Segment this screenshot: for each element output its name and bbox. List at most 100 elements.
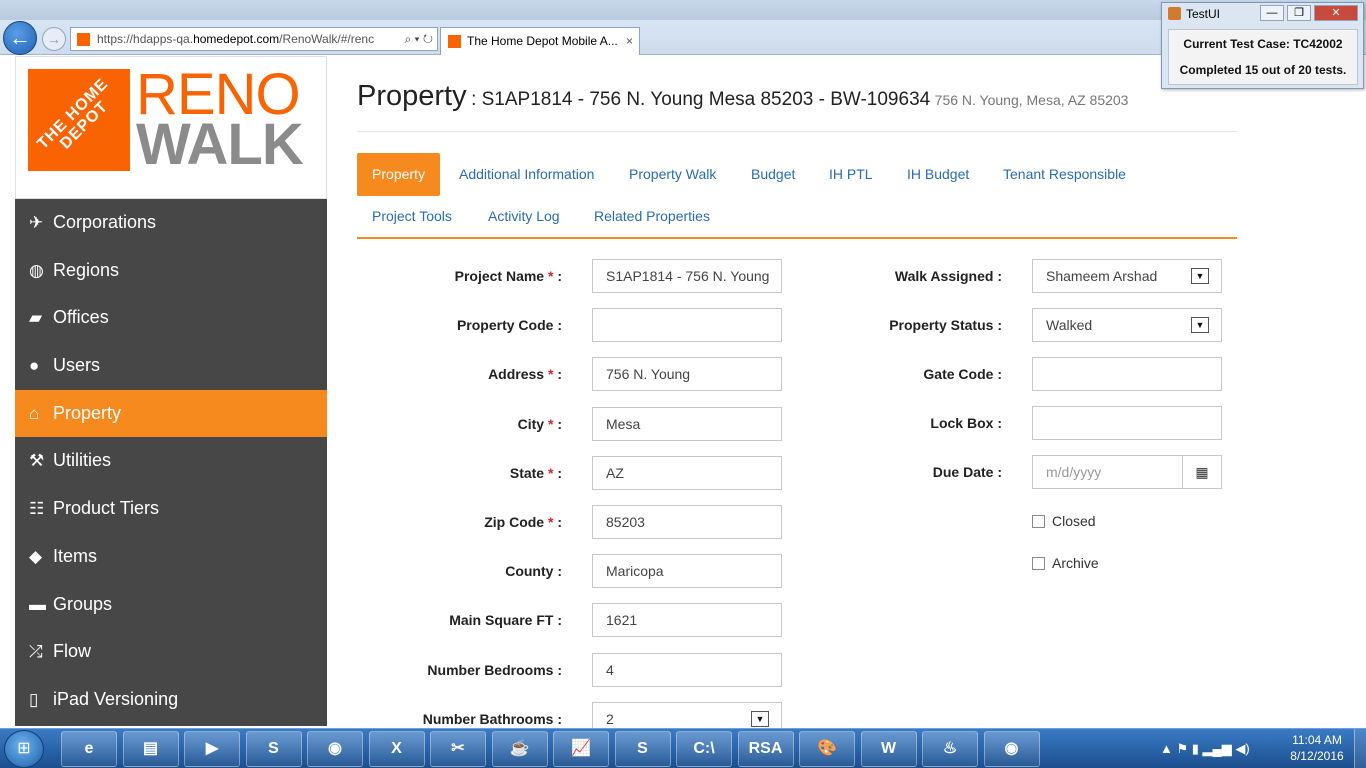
sidebar-item-utilities[interactable]: ⚒ Utilities [15, 437, 327, 485]
sidebar-item-product-tiers[interactable]: ☷ Product Tiers [15, 485, 327, 533]
sidebar-item-icon: ● [29, 356, 40, 376]
clock[interactable]: 11:04 AM 8/12/2016 [1284, 732, 1350, 764]
county-input[interactable]: Maricopa [592, 554, 782, 589]
show-desktop-button[interactable] [1354, 729, 1366, 768]
system-tray[interactable]: ▲ ⚑ ▮ ▂▄▆ ◀) [1160, 731, 1290, 767]
forward-button[interactable]: → [42, 27, 66, 51]
logo-walk: WALK [136, 112, 304, 177]
taskbar-app-8[interactable]: ☕ [491, 731, 548, 767]
sidebar-item-flow[interactable]: ⤮ Flow [15, 628, 327, 676]
number-bathrooms-label-text: Number Bathrooms [422, 710, 554, 727]
city-label: City * : [360, 416, 562, 432]
sidebar-item-corporations[interactable]: ✈ Corporations [15, 199, 327, 247]
taskbar-app-2[interactable]: ▤ [122, 731, 179, 767]
tab-ih-ptl[interactable]: IH PTL [829, 166, 873, 182]
sidebar-item-label: Items [53, 545, 98, 566]
taskbar-app-7[interactable]: ✂ [430, 731, 486, 767]
gate-code-label: Gate Code : [923, 366, 1002, 382]
state-input[interactable]: AZ [592, 455, 782, 490]
logo[interactable]: THE HOME DEPOT RENO WALK [15, 56, 327, 199]
main-square-ft-input[interactable]: 1621 [592, 603, 782, 638]
number-bedrooms-label-text: Number Bedrooms [427, 661, 554, 678]
city-value: Mesa [606, 415, 641, 432]
maximize-button[interactable]: ❐ [1287, 5, 1311, 21]
gate-code-input[interactable] [1032, 357, 1222, 391]
sidebar-item-offices[interactable]: ▰ Offices [15, 294, 327, 342]
sidebar-item-users[interactable]: ● Users [15, 342, 327, 390]
tab-related-properties[interactable]: Related Properties [594, 208, 710, 224]
number-bathrooms-label: Number Bathrooms : [360, 711, 562, 727]
taskbar-app-11[interactable]: C:\ [676, 731, 732, 767]
archive-checkbox[interactable] [1032, 557, 1045, 570]
taskbar-app-15[interactable]: ♨ [922, 731, 978, 767]
sidebar-item-icon: ▯ [29, 689, 39, 709]
sidebar-item-regions[interactable]: ◍ Regions [15, 247, 327, 295]
tab-activity-log[interactable]: Activity Log [488, 208, 560, 224]
number-bedrooms-input[interactable]: 4 [592, 652, 782, 687]
taskbar-app-4[interactable]: S [245, 731, 302, 767]
closed-label: Closed [1052, 513, 1096, 529]
closed-checkbox[interactable] [1032, 515, 1045, 528]
tab-additional-information[interactable]: Additional Information [459, 166, 594, 182]
url-suffix: /RenoWalk/#/renc [279, 32, 375, 46]
taskbar-app-13[interactable]: 🎨 [799, 731, 855, 767]
sidebar-item-label: Product Tiers [53, 498, 160, 519]
taskbar-app-14[interactable]: W [860, 731, 917, 767]
project-name-input[interactable]: S1AP1814 - 756 N. Young [592, 259, 782, 293]
state-label: State * : [360, 465, 562, 481]
city-input[interactable]: Mesa [592, 406, 782, 441]
tab-ih-budget[interactable]: IH Budget [907, 166, 969, 182]
label-colon: : [557, 464, 562, 481]
tab-project-tools[interactable]: Project Tools [372, 208, 452, 224]
address-input[interactable]: 756 N. Young [592, 357, 782, 392]
sidebar-item-ipad-versioning[interactable]: ▯ iPad Versioning [15, 676, 327, 724]
browser-tab[interactable]: The Home Depot Mobile A... × [440, 27, 640, 55]
zip-code-input[interactable]: 85203 [592, 505, 782, 539]
tab-close-icon[interactable]: × [626, 28, 633, 54]
close-button[interactable]: ✕ [1314, 5, 1358, 21]
address-bar-actions-icon[interactable]: ⌕ ▾ ↻ [404, 28, 433, 50]
page-title: Property : S1AP1814 - 756 N. Young Mesa … [357, 80, 1128, 113]
tab-budget[interactable]: Budget [751, 166, 795, 182]
due-date-label: Due Date : [932, 464, 1002, 480]
windows-start-icon[interactable]: ⊞ [4, 730, 44, 768]
zip-code-label: Zip Code * : [360, 514, 562, 530]
taskbar-app-10[interactable]: S [614, 731, 671, 767]
sidebar-item-label: Offices [53, 307, 109, 328]
taskbar-app-6[interactable]: X [368, 731, 425, 767]
back-button[interactable]: ← [3, 21, 37, 55]
sidebar-item-icon: ⤮ [29, 642, 43, 662]
taskbar-app-16[interactable]: ◉ [983, 731, 1040, 767]
sidebar-item-property[interactable]: ⌂ Property [15, 389, 327, 438]
page-address: 756 N. Young, Mesa, AZ 85203 [934, 92, 1129, 108]
minimize-button[interactable]: — [1260, 5, 1284, 21]
divider [357, 131, 1237, 132]
sidebar-item-icon: ◍ [29, 260, 44, 280]
address-bar[interactable]: https://hdapps-qa.homedepot.com/RenoWalk… [70, 27, 438, 51]
taskbar-app-1[interactable]: e [61, 731, 117, 767]
walk-assigned-select[interactable]: Shameem Arshad ▼ [1032, 259, 1222, 293]
sidebar-item-groups[interactable]: ▬ Groups [15, 581, 327, 629]
zip-code-label-text: Zip Code [484, 514, 545, 530]
county-value: Maricopa [606, 563, 664, 580]
taskbar-app-9[interactable]: 📈 [553, 731, 609, 767]
lock-box-input[interactable] [1032, 406, 1222, 440]
tab-property[interactable]: Property [357, 153, 440, 196]
calendar-icon[interactable]: ▦ [1182, 455, 1222, 489]
taskbar-app-3[interactable]: ▶ [184, 731, 240, 767]
property-code-input[interactable] [592, 308, 782, 343]
clock-date: 8/12/2016 [1290, 749, 1344, 763]
required-marker: * [547, 366, 554, 383]
project-name-label: Project Name * : [360, 268, 562, 284]
tab-favicon-icon [448, 35, 461, 48]
sidebar-item-label: Property [53, 402, 122, 423]
sidebar-item-items[interactable]: ◆ Items [15, 533, 327, 581]
taskbar-app-5[interactable]: ◉ [307, 731, 363, 767]
property-status-select[interactable]: Walked ▼ [1032, 308, 1222, 342]
taskbar-app-12[interactable]: RSA [737, 731, 794, 767]
label-colon: : [557, 563, 562, 580]
tab-tenant-responsible[interactable]: Tenant Responsible [1003, 166, 1126, 182]
tab-property-walk[interactable]: Property Walk [629, 166, 716, 182]
due-date-input[interactable]: m/d/yyyy [1032, 455, 1183, 489]
sidebar-item-label: Regions [53, 259, 120, 280]
